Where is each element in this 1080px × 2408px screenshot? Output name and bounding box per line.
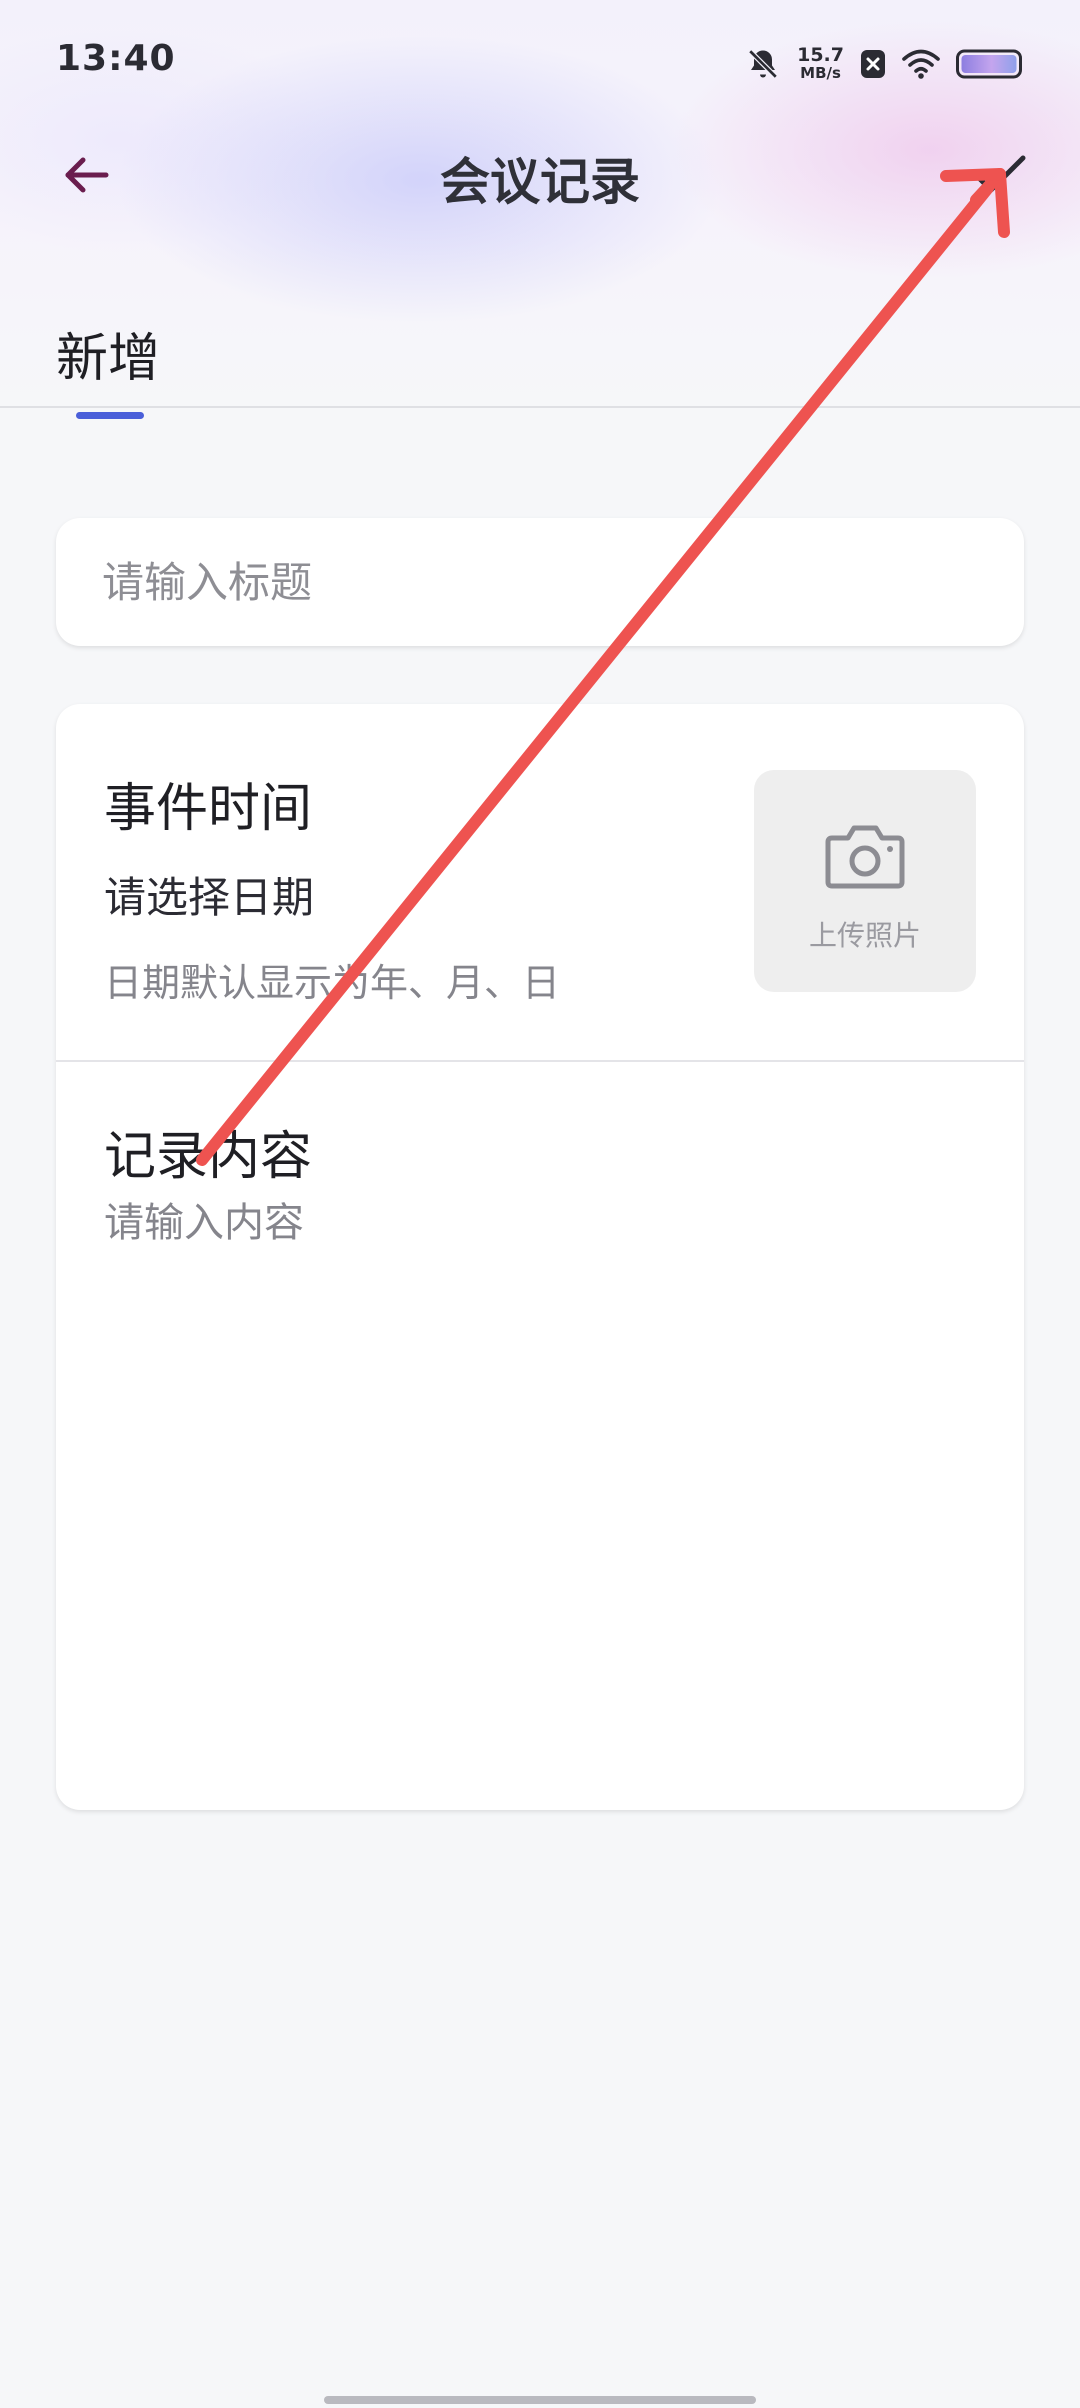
status-bar: 13:40 15.7 MB/s <box>0 0 1080 120</box>
check-icon <box>973 154 1027 198</box>
tab-add[interactable]: 新增 <box>56 316 161 419</box>
camera-icon <box>824 824 906 894</box>
content-heading: 记录内容 <box>104 1127 313 1187</box>
tab-label: 新增 <box>56 329 161 389</box>
date-picker[interactable]: 请选择日期 <box>104 864 314 925</box>
event-time-heading: 事件时间 <box>104 779 313 839</box>
status-icons: 15.7 MB/s <box>745 40 1024 88</box>
app-bar: 会议记录 <box>0 120 1080 230</box>
tab-bar: 新增 <box>0 300 1080 419</box>
title-card <box>56 518 1024 646</box>
battery-icon <box>956 48 1024 80</box>
gesture-bar <box>324 2396 756 2404</box>
wifi-icon <box>902 48 940 80</box>
page-title: 会议记录 <box>440 153 640 211</box>
date-hint: 日期默认显示为年、月、日 <box>104 961 561 1005</box>
close-badge-icon <box>860 49 886 79</box>
net-speed: 15.7 MB/s <box>797 44 844 83</box>
title-input[interactable] <box>102 548 972 616</box>
detail-card: 事件时间 请选择日期 日期默认显示为年、月、日 上传照片 记录内容 <box>56 704 1024 1810</box>
upload-photo-button[interactable]: 上传照片 <box>754 770 976 992</box>
tab-active-indicator <box>76 412 144 419</box>
mute-bell-icon <box>745 46 781 82</box>
divider <box>56 1060 1024 1062</box>
content-input[interactable] <box>104 1190 974 1770</box>
net-speed-value: 15.7 <box>797 44 844 66</box>
confirm-button[interactable] <box>960 136 1040 216</box>
net-speed-unit: MB/s <box>800 64 841 82</box>
status-time: 13:40 <box>56 38 176 79</box>
upload-photo-label: 上传照片 <box>808 919 921 952</box>
